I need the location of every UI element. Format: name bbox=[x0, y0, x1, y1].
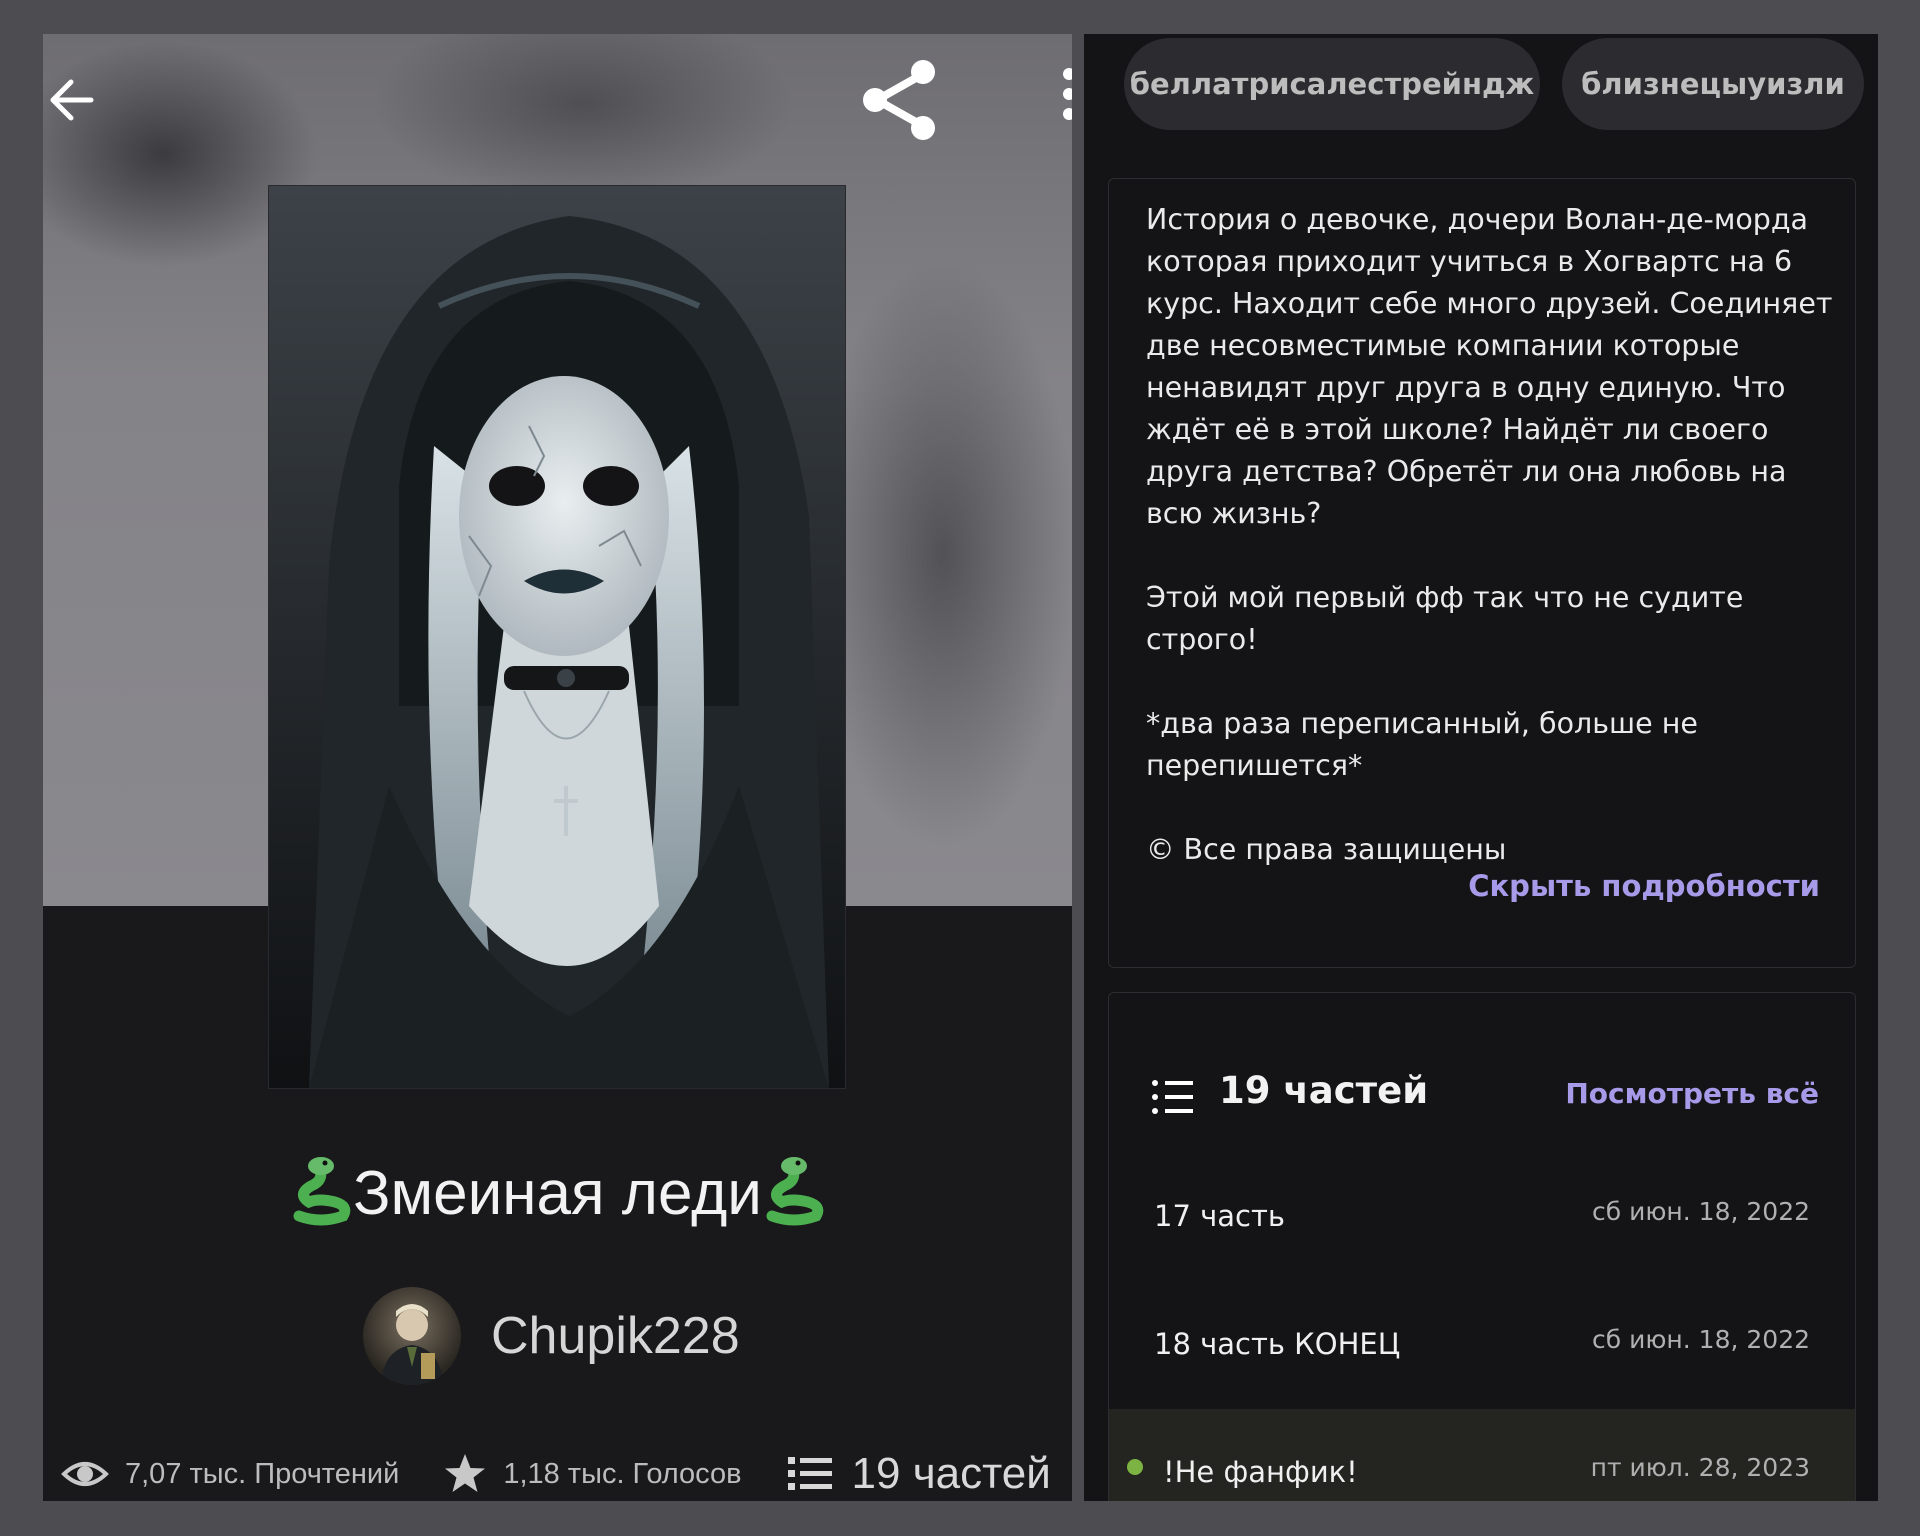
description-paragraph: *два раза переписанный, больше не перепи… bbox=[1146, 707, 1698, 782]
new-part-indicator bbox=[1127, 1459, 1143, 1475]
story-title-text: Змеиная леди bbox=[353, 1159, 762, 1228]
reads-stat: 7,07 тыс. Прочтений bbox=[61, 1454, 399, 1494]
more-vertical-icon bbox=[1063, 68, 1072, 120]
story-stats: 7,07 тыс. Прочтений 1,18 тыс. Голосов 19… bbox=[61, 1444, 1072, 1501]
parts-count-heading: 19 частей bbox=[1219, 1069, 1429, 1112]
star-icon bbox=[445, 1454, 486, 1492]
votes-stat: 1,18 тыс. Голосов bbox=[443, 1452, 742, 1496]
part-date: пт июл. 28, 2023 bbox=[1590, 1453, 1810, 1482]
part-title: !Не фанфик! bbox=[1163, 1455, 1358, 1489]
list-icon bbox=[1152, 1080, 1193, 1114]
story-details-panel: беллатрисалестрейндж близнецыуизли Истор… bbox=[1084, 34, 1878, 1501]
more-options-button[interactable] bbox=[1059, 64, 1072, 134]
part-list-item[interactable]: 17 часть сб июн. 18, 2022 bbox=[1109, 1153, 1855, 1281]
description-card: История о девочке, дочери Волан-де-морда… bbox=[1108, 178, 1856, 968]
part-date: сб июн. 18, 2022 bbox=[1592, 1197, 1810, 1226]
parts-list-card: 19 частей Посмотреть всё 17 часть сб июн… bbox=[1108, 992, 1856, 1501]
share-icon bbox=[863, 60, 935, 140]
tag-chip[interactable]: близнецыуизли bbox=[1562, 38, 1864, 130]
list-icon bbox=[787, 1457, 832, 1490]
tag-chip[interactable]: беллатрисалестрейндж bbox=[1124, 38, 1540, 130]
eye-icon bbox=[61, 1462, 109, 1486]
reads-count: 7,07 тыс. Прочтений bbox=[125, 1457, 400, 1490]
part-date: сб июн. 18, 2022 bbox=[1592, 1325, 1810, 1354]
arrow-left-icon bbox=[50, 79, 94, 121]
votes-count: 1,18 тыс. Голосов bbox=[503, 1457, 742, 1490]
part-title: 17 часть bbox=[1154, 1199, 1285, 1233]
share-button[interactable] bbox=[857, 54, 947, 144]
parts-stat: 19 частей bbox=[787, 1449, 1051, 1499]
hide-details-link[interactable]: Скрыть подробности bbox=[1468, 869, 1820, 903]
description-paragraph: Этой мой первый фф так что не судите стр… bbox=[1146, 581, 1744, 656]
parts-count-stat: 19 частей bbox=[851, 1449, 1051, 1498]
author-name[interactable]: Chupik228 bbox=[491, 1306, 740, 1366]
book-cover-image[interactable] bbox=[269, 186, 845, 1088]
view-all-link[interactable]: Посмотреть всё bbox=[1565, 1077, 1819, 1110]
author-link[interactable]: Chupik228 bbox=[363, 1286, 740, 1386]
back-button[interactable] bbox=[47, 72, 103, 128]
description-paragraph: История о девочке, дочери Волан-де-морда… bbox=[1146, 203, 1833, 530]
copyright-text: © Все права защищены bbox=[1146, 833, 1507, 866]
avatar[interactable] bbox=[363, 1287, 461, 1385]
story-cover-panel: Змеиная леди Chupik228 7,07 тыс. Прочтен… bbox=[43, 34, 1072, 1501]
snake-emoji bbox=[293, 1157, 351, 1226]
part-list-item[interactable]: 18 часть КОНЕЦ сб июн. 18, 2022 bbox=[1109, 1281, 1855, 1409]
part-list-item[interactable]: !Не фанфик! пт июл. 28, 2023 bbox=[1109, 1409, 1855, 1501]
snake-emoji bbox=[766, 1157, 824, 1226]
story-title: Змеиная леди bbox=[43, 1154, 1072, 1229]
part-title: 18 часть КОНЕЦ bbox=[1154, 1327, 1401, 1361]
